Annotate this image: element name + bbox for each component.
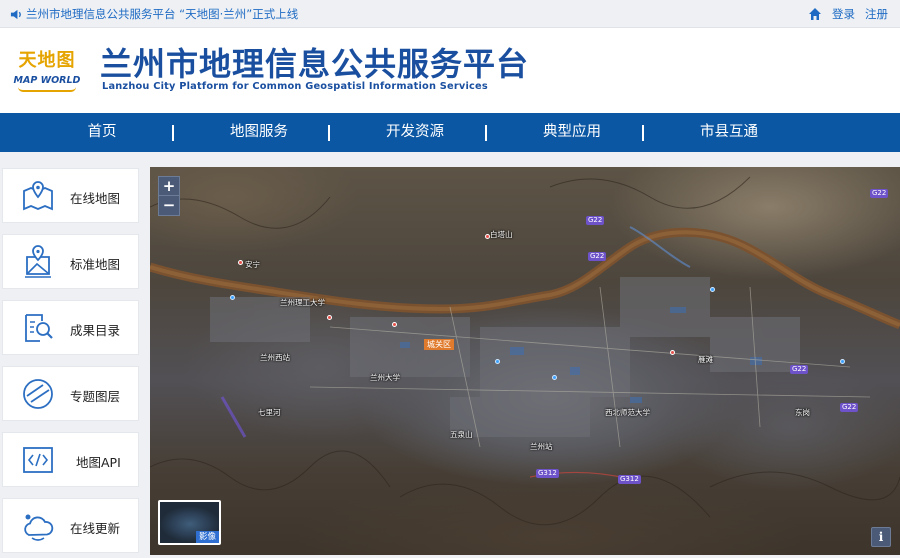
nav-separator xyxy=(485,125,487,141)
map-label: 七里河 xyxy=(258,408,281,417)
sidebar-item-label: 专题图层 xyxy=(70,389,121,404)
road-badge: G22 xyxy=(870,189,889,198)
sidebar-item-label: 地图API xyxy=(76,455,121,470)
sidebar-item-online-update[interactable]: 在线更新 xyxy=(2,498,139,553)
district-label[interactable]: 城关区 xyxy=(424,339,454,350)
nav-city-county[interactable]: 市县互通 xyxy=(669,113,789,152)
map-label: 兰州理工大学 xyxy=(280,298,325,307)
road-badge: G22 xyxy=(586,216,605,225)
login-link[interactable]: 登录 xyxy=(832,6,855,22)
nav-separator xyxy=(328,125,330,141)
poi-marker[interactable] xyxy=(327,315,332,320)
basemap-switcher[interactable]: 影像 xyxy=(158,500,221,545)
nav-home[interactable]: 首页 xyxy=(42,113,162,152)
poi-marker[interactable] xyxy=(840,359,845,364)
announcement-text[interactable]: 兰州市地理信息公共服务平台 “天地图·兰州”正式上线 xyxy=(26,6,298,22)
zoom-in-button[interactable]: + xyxy=(158,176,180,196)
sidebar-item-map-api[interactable]: 地图API xyxy=(2,432,139,487)
nav-separator xyxy=(172,125,174,141)
site-title: 兰州市地理信息公共服务平台 xyxy=(100,45,530,83)
main-nav: 首页 地图服务 开发资源 典型应用 市县互通 xyxy=(0,113,900,152)
code-icon xyxy=(23,447,53,473)
map-label: 白塔山 xyxy=(490,230,513,239)
sidebar-item-label: 在线更新 xyxy=(70,521,121,536)
poi-marker[interactable] xyxy=(552,375,557,380)
top-bar: 兰州市地理信息公共服务平台 “天地图·兰州”正式上线 登录 注册 xyxy=(0,0,900,28)
poi-marker[interactable] xyxy=(485,234,490,239)
nav-typical-apps[interactable]: 典型应用 xyxy=(512,113,632,152)
home-icon[interactable] xyxy=(808,7,822,21)
map-label: 五泉山 xyxy=(450,430,473,439)
nav-map-service[interactable]: 地图服务 xyxy=(199,113,319,152)
sidebar-item-catalog[interactable]: 成果目录 xyxy=(2,300,139,355)
map-label: 兰州站 xyxy=(530,442,553,451)
satellite-map[interactable]: + − G22 G22 G22 G22 G22 G312 G312 城关区 兰州… xyxy=(150,167,900,555)
poi-marker[interactable] xyxy=(495,359,500,364)
sidebar-item-label: 在线地图 xyxy=(70,191,121,206)
road-badge: G312 xyxy=(618,475,641,484)
basemap-label[interactable]: 影像 xyxy=(195,531,219,543)
standard-map-icon xyxy=(25,245,51,278)
road-badge: G22 xyxy=(790,365,809,374)
map-label: 兰州西站 xyxy=(260,353,290,362)
info-button[interactable]: i xyxy=(871,527,891,547)
catalog-search-icon xyxy=(25,314,53,342)
sidebar-item-standard-map[interactable]: 标准地图 xyxy=(2,234,139,289)
nav-dev-resources[interactable]: 开发资源 xyxy=(355,113,475,152)
poi-marker[interactable] xyxy=(392,322,397,327)
speaker-icon xyxy=(10,9,21,19)
map-pin-icon xyxy=(23,181,53,211)
zoom-out-button[interactable]: − xyxy=(158,196,180,216)
site-header: 天地图 MAP WORLD 兰州市地理信息公共服务平台 Lanzhou City… xyxy=(0,28,900,113)
logo-english: MAP WORLD xyxy=(13,75,81,86)
layer-icon xyxy=(23,379,53,409)
poi-marker[interactable] xyxy=(230,295,235,300)
sidebar-item-label: 标准地图 xyxy=(70,257,121,272)
road-badge: G22 xyxy=(588,252,607,261)
map-label: 安宁 xyxy=(245,260,260,269)
announcement[interactable]: 兰州市地理信息公共服务平台 “天地图·兰州”正式上线 xyxy=(10,6,298,22)
poi-marker[interactable] xyxy=(238,260,243,265)
map-label: 东岗 xyxy=(795,408,810,417)
register-link[interactable]: 注册 xyxy=(865,6,888,22)
poi-marker[interactable] xyxy=(670,350,675,355)
poi-marker[interactable] xyxy=(710,287,715,292)
logo-chinese: 天地图 xyxy=(18,50,76,71)
map-label: 兰州大学 xyxy=(370,373,400,382)
zoom-control: + − xyxy=(158,176,180,216)
sidebar-item-thematic-layer[interactable]: 专题图层 xyxy=(2,366,139,421)
cloud-update-icon xyxy=(24,514,54,541)
nav-separator xyxy=(642,125,644,141)
map-label: 西北师范大学 xyxy=(605,408,650,417)
map-world-logo[interactable]: 天地图 MAP WORLD xyxy=(12,49,82,93)
site-subtitle: Lanzhou City Platform for Common Geospat… xyxy=(102,81,488,92)
logo-swoosh xyxy=(18,87,76,92)
sidebar-item-label: 成果目录 xyxy=(70,323,121,338)
road-badge: G312 xyxy=(536,469,559,478)
sidebar-item-online-map[interactable]: 在线地图 xyxy=(2,168,139,223)
map-label: 雁滩 xyxy=(698,355,713,364)
road-badge: G22 xyxy=(840,403,859,412)
